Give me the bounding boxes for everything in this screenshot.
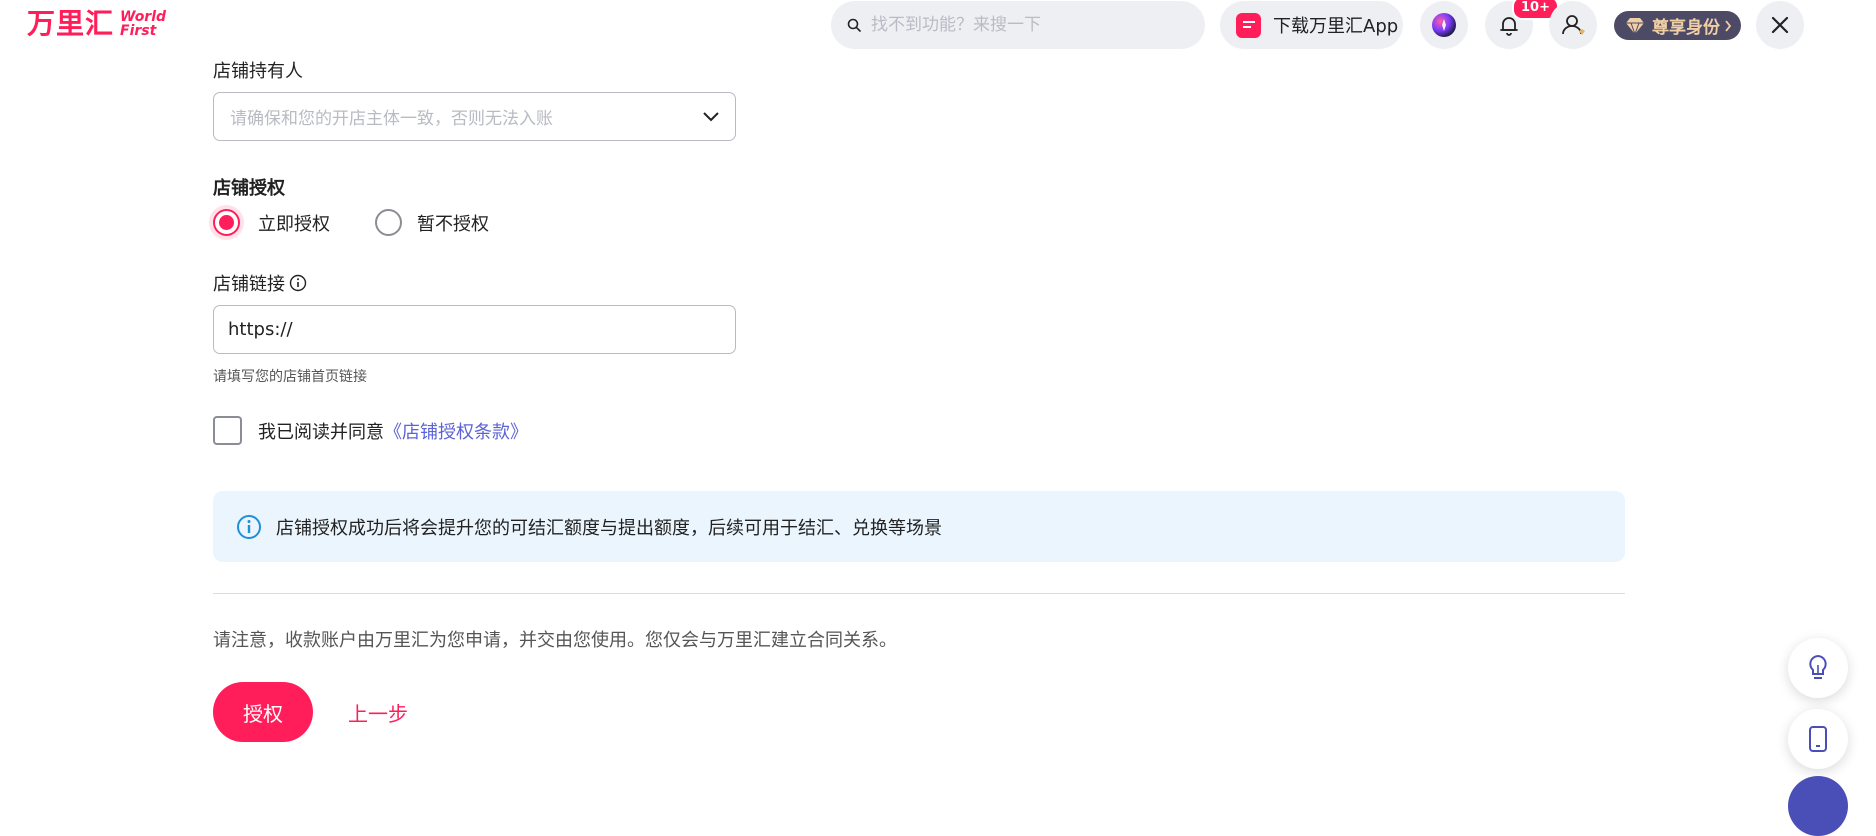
ai-assistant-button[interactable] [1420, 1, 1468, 49]
store-link-input[interactable]: https:// [213, 305, 736, 354]
phone-icon [1809, 726, 1827, 752]
store-link-value: https:// [228, 319, 293, 340]
authorize-button[interactable]: 授权 [213, 682, 313, 742]
store-owner-placeholder: 请确保和您的开店主体一致，否则无法入账 [230, 109, 553, 129]
search-bar[interactable] [831, 1, 1205, 49]
close-button[interactable] [1756, 1, 1804, 49]
chat-floating-button[interactable] [1788, 776, 1848, 836]
tips-floating-button[interactable] [1788, 638, 1848, 698]
radio-authorize-later[interactable]: 暂不授权 [375, 209, 489, 236]
search-icon [847, 18, 861, 32]
info-box-text: 店铺授权成功后将会提升您的可结汇额度与提出额度，后续可用于结汇、兑换等场景 [276, 517, 942, 539]
app-logo-icon [1236, 12, 1261, 38]
info-circle-icon [237, 514, 261, 539]
vip-label: 尊享身份 [1652, 18, 1720, 38]
diamond-icon [1626, 17, 1644, 34]
logo-text-en: World First [120, 9, 167, 39]
previous-step-link[interactable]: 上一步 [348, 698, 408, 727]
store-owner-select[interactable]: 请确保和您的开店主体一致，否则无法入账 [213, 92, 736, 141]
ai-orb-icon [1432, 13, 1456, 37]
radio-authorize-now-label: 立即授权 [258, 213, 330, 235]
store-link-label: 店铺链接 [213, 274, 285, 295]
search-input[interactable] [869, 14, 1173, 36]
account-button[interactable] [1549, 1, 1597, 49]
mobile-floating-button[interactable] [1788, 709, 1848, 769]
logo-text-cn: 万里汇 [27, 7, 115, 40]
store-link-hint: 请填写您的店铺首页链接 [213, 369, 367, 385]
user-icon [1562, 15, 1585, 35]
divider [213, 593, 1625, 594]
store-link-label-row: 店铺链接 [213, 270, 307, 296]
radio-authorize-later-label: 暂不授权 [417, 213, 489, 235]
logo[interactable]: 万里汇 World First [27, 8, 166, 40]
chevron-right-icon [1725, 19, 1732, 32]
info-icon[interactable] [289, 274, 307, 292]
store-authorization-label: 店铺授权 [213, 178, 285, 199]
store-authorization-terms-link[interactable]: 《店铺授权条款》 [384, 418, 528, 444]
store-owner-label: 店铺持有人 [213, 61, 303, 82]
info-box: 店铺授权成功后将会提升您的可结汇额度与提出额度，后续可用于结汇、兑换等场景 [213, 491, 1625, 562]
radio-button[interactable] [375, 209, 402, 236]
download-app-button[interactable]: 下载万里汇App [1220, 1, 1403, 49]
radio-button-selected[interactable] [213, 209, 240, 236]
agreement-checkbox[interactable] [213, 416, 242, 445]
download-app-label: 下载万里汇App [1273, 16, 1399, 37]
vip-identity-button[interactable]: 尊享身份 [1614, 11, 1741, 40]
agreement-text: 我已阅读并同意 [258, 421, 384, 443]
radio-authorize-now[interactable]: 立即授权 [213, 209, 330, 236]
contract-notice: 请注意，收款账户由万里汇为您申请，并交由您使用。您仅会与万里汇建立合同关系。 [213, 630, 897, 651]
chevron-down-icon [703, 111, 719, 121]
lightbulb-icon [1809, 654, 1827, 679]
agreement-row: 我已阅读并同意 《店铺授权条款》 [213, 416, 528, 445]
close-icon [1771, 16, 1789, 34]
